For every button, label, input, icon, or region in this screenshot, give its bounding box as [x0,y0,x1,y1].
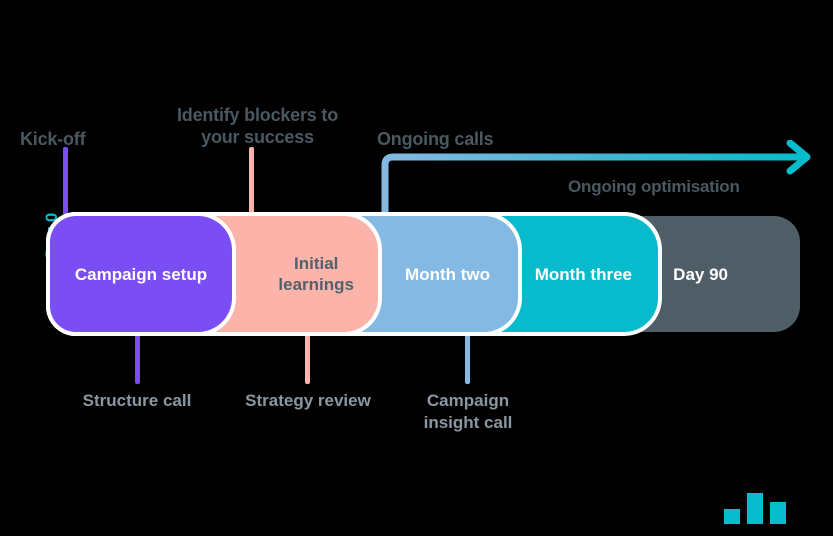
connector-line-strategy-review [305,330,310,384]
timeline-segment-month-three-label: Month three [534,264,632,284]
label-structure-call: Structure call [82,391,192,410]
connector-line-kick-off [63,147,68,223]
logo-bar-3 [770,502,786,524]
timeline-segment-initial-learnings-label: Initial learnings [278,254,354,294]
label-identify-blockers: Identify blockers to your success [176,105,339,147]
timeline-diagram-canvas: Kick-off Identify blockers to your succe… [0,0,833,536]
timeline-bar: Day 90 Month three Month two Initial lea… [42,213,800,332]
label-campaign-insight-call: Campaign insight call [423,391,513,432]
label-kick-off: Kick-off [20,129,86,149]
timeline-segment-month-two-label: Month two [405,264,490,284]
logo-bar-2 [747,493,763,524]
label-strategy-review: Strategy review [245,391,371,410]
logo-bar-1 [724,509,740,524]
timeline-segment-day-90-label: Day 90 [673,264,728,284]
connector-line-structure-call [135,330,140,384]
timeline-segment-campaign-setup[interactable]: Campaign setup [50,216,232,332]
connector-line-campaign-insight-call [465,330,470,384]
connector-line-identify-blockers [249,147,254,223]
timeline-segment-campaign-setup-label: Campaign setup [74,264,208,284]
three-bar-logo-icon [724,492,786,524]
